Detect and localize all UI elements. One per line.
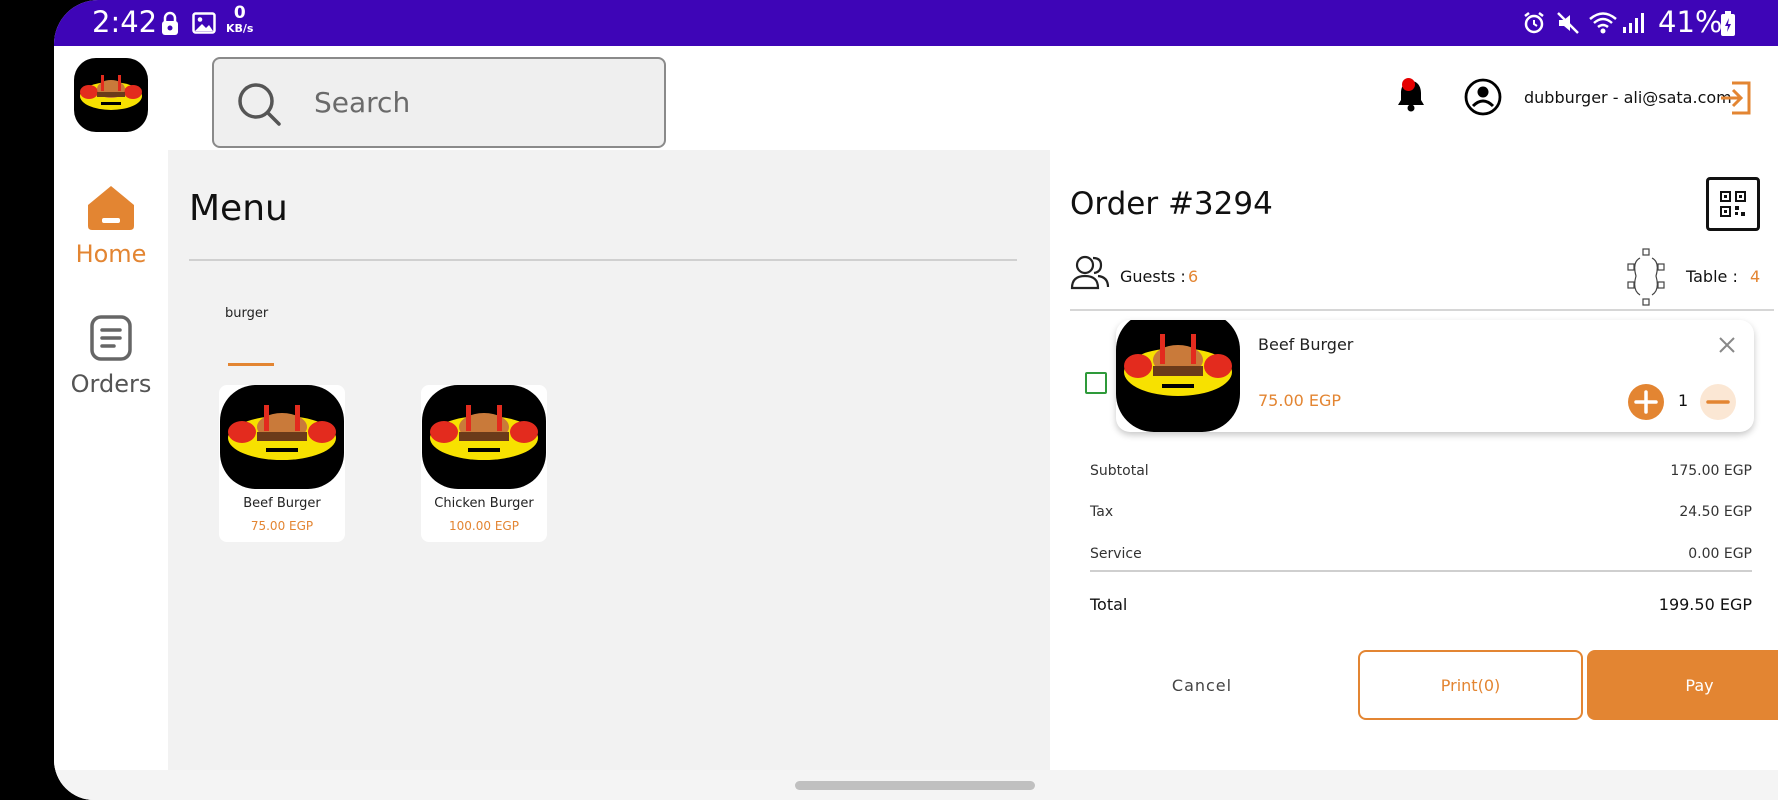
notification-badge [1402,78,1415,91]
search-icon [238,83,281,126]
search-input[interactable] [314,77,644,127]
plus-icon [1634,390,1658,414]
order-item-card: Beef Burger 75.00 EGP 1 [1116,320,1754,432]
order-divider [1070,309,1774,311]
table-icon [1627,248,1665,306]
product-name: Beef Burger [243,496,321,511]
subtotal-value: 175.00 EGP [1670,463,1752,479]
order-item-price: 75.00 EGP [1258,391,1342,410]
total-value: 199.50 EGP [1658,595,1752,614]
print-button[interactable]: Print(0) [1358,650,1583,720]
subtotal-label: Subtotal [1090,463,1149,479]
tax-label: Tax [1090,504,1114,520]
menu-title: Menu [189,188,288,229]
battery-percent: 41% [1658,5,1723,39]
product-image [220,385,344,489]
service-value: 0.00 EGP [1688,546,1752,562]
order-panel: Order #3294 Guests : 6 Table: 4 Beef Bu… [1050,150,1778,770]
cancel-button[interactable]: Cancel [1090,650,1314,720]
service-label: Service [1090,546,1142,562]
battery-charging-icon [1721,11,1735,36]
nav-label-orders: Orders [70,370,152,398]
logout-icon[interactable] [1718,80,1752,116]
mute-icon [1557,12,1579,34]
guests-label: Guests : [1120,267,1186,286]
product-price: 75.00 EGP [250,519,314,533]
product-card[interactable]: Beef Burger 75.00 EGP [219,385,345,542]
order-item-name: Beef Burger [1258,335,1354,354]
tax-row: Tax 24.50 EGP [1090,504,1752,520]
product-name: Chicken Burger [434,496,534,511]
menu-panel: Menu burger Beef Burger 75.00 EGP Chicke… [168,150,1050,770]
nav-item-home[interactable]: Home [54,184,168,268]
qr-scan-button[interactable] [1706,177,1760,231]
pay-button[interactable]: Pay [1587,650,1778,720]
net-speed: 0 KB/s [226,3,254,36]
table-label: Table : [1686,267,1738,286]
wifi-icon [1589,12,1617,34]
order-title: Order #3294 [1070,186,1273,222]
menu-divider [189,259,1017,261]
nav-item-orders[interactable]: Orders [54,314,168,398]
home-indicator[interactable] [795,781,1035,790]
alarm-icon [1524,12,1544,34]
decrease-qty-button[interactable] [1700,384,1736,420]
app-logo [74,58,148,132]
category-tab-burger[interactable]: burger [225,306,268,321]
order-item-image [1116,320,1240,432]
user-account-label[interactable]: dubburger - ali@sata.com [1524,88,1732,107]
product-price: 100.00 EGP [449,519,519,533]
service-row: Service 0.00 EGP [1090,546,1752,562]
user-avatar-icon[interactable] [1464,78,1502,116]
total-label: Total [1090,595,1128,614]
net-speed-unit: KB/s [226,22,254,35]
category-tab-indicator [228,363,274,366]
home-icon [88,186,134,230]
side-nav: Home Orders [54,150,168,770]
status-time: 2:42 [92,5,158,39]
status-bar: 2:42 0 KB/s 41% [54,0,1778,46]
total-row: Total 199.50 EGP [1090,595,1752,614]
gallery-icon [192,12,216,34]
orders-icon [90,315,132,361]
increase-qty-button[interactable] [1628,384,1664,420]
search-bar[interactable] [212,57,666,148]
close-icon[interactable] [1718,336,1736,354]
minus-icon [1706,400,1730,404]
lock-rotation-icon [162,11,178,35]
order-item-qty: 1 [1678,391,1689,410]
app-window: 2:42 0 KB/s 41% Search dubburger - ali@s… [54,0,1778,800]
net-speed-value: 0 [233,3,246,23]
tax-value: 24.50 EGP [1679,504,1752,520]
guests-value[interactable]: 6 [1188,267,1198,286]
order-item-checkbox[interactable] [1085,372,1107,394]
table-value[interactable]: 4 [1750,267,1760,286]
product-card[interactable]: Chicken Burger 100.00 EGP [421,385,547,542]
product-image [422,385,546,489]
qr-code-icon [1720,191,1746,217]
signal-icon [1623,13,1644,33]
guests-icon [1070,255,1110,290]
nav-label-home: Home [75,240,147,268]
summary-divider [1090,570,1752,572]
subtotal-row: Subtotal 175.00 EGP [1090,463,1752,479]
